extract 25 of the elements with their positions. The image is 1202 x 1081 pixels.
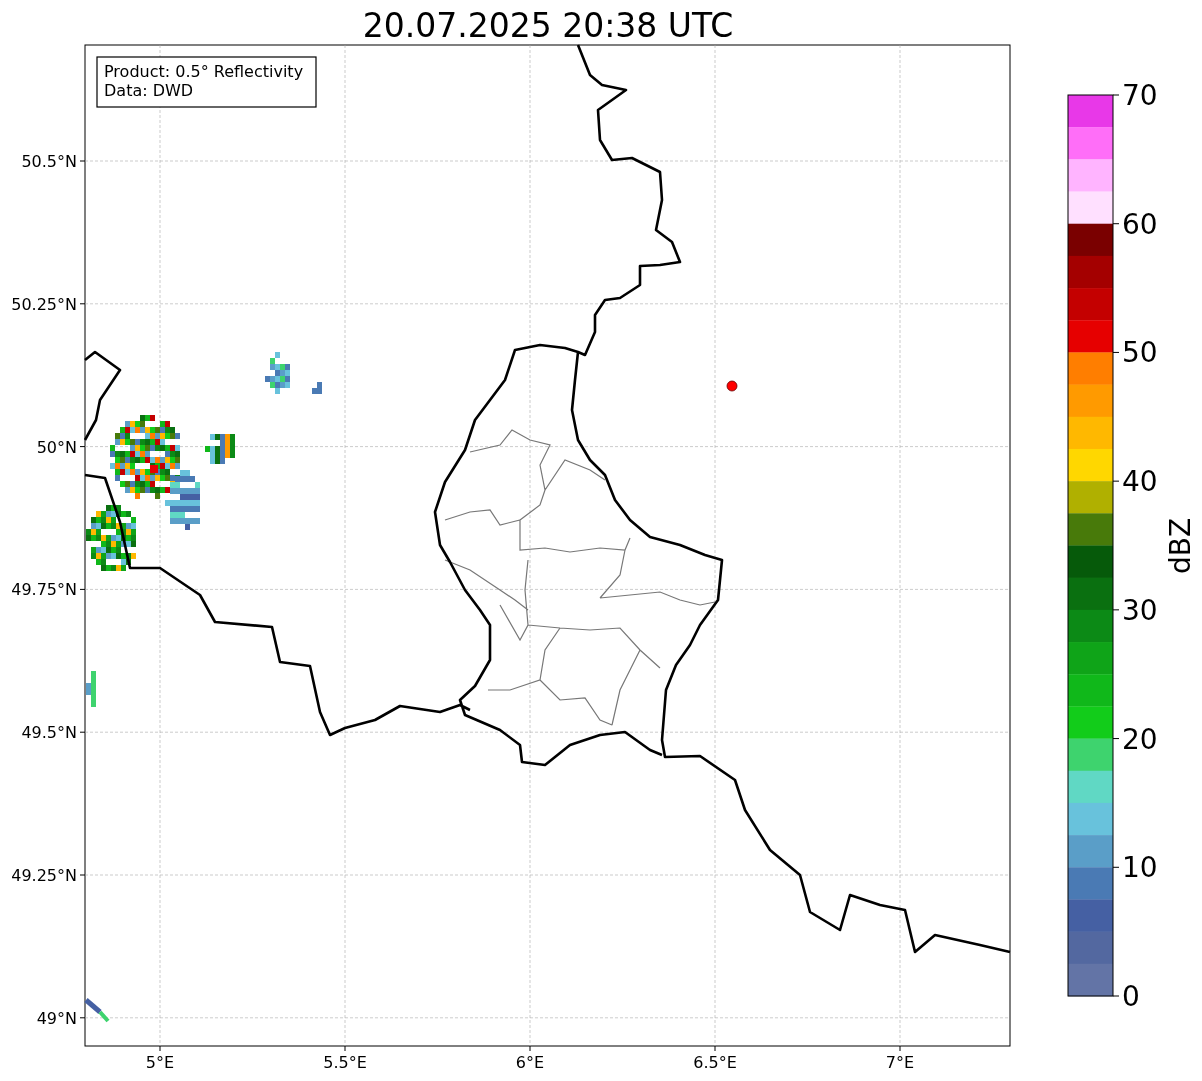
x-tick-label: 5°E [145, 1053, 175, 1072]
colorbar-tick-label: 30 [1122, 593, 1158, 627]
colorbar-tick-label: 10 [1122, 851, 1158, 885]
colorbar-tick-label: 20 [1122, 722, 1158, 756]
legend-text: Product: 0.5° Reflectivity [104, 62, 304, 81]
colorbar-tick-label: 70 [1122, 79, 1158, 112]
colorbar-label: dBZ [1164, 517, 1197, 575]
x-tick-label: 5.5°E [323, 1053, 367, 1072]
legend-text: Data: DWD [104, 81, 194, 100]
location-marker [726, 380, 738, 392]
x-tick-label: 6°E [515, 1053, 545, 1072]
x-tick-label: 6.5°E [693, 1053, 737, 1072]
colorbar-tick-label: 0 [1122, 980, 1140, 1013]
y-tick-label: 49.75°N [11, 580, 77, 600]
colorbar-tick-label: 50 [1122, 336, 1158, 370]
y-tick-label: 50.25°N [11, 294, 77, 314]
chart-title: 20.07.2025 20:38 UTC [362, 6, 734, 45]
y-tick-label: 49°N [36, 1008, 77, 1028]
x-tick-label: 7°E [885, 1053, 915, 1072]
colorbar-tick-label: 40 [1122, 465, 1158, 499]
y-tick-label: 50.5°N [21, 152, 77, 171]
y-tick-label: 49.25°N [11, 866, 77, 885]
y-tick-label: 50°N [36, 437, 77, 457]
colorbar-tick-label: 60 [1122, 207, 1158, 241]
y-tick-label: 49.5°N [21, 723, 77, 743]
